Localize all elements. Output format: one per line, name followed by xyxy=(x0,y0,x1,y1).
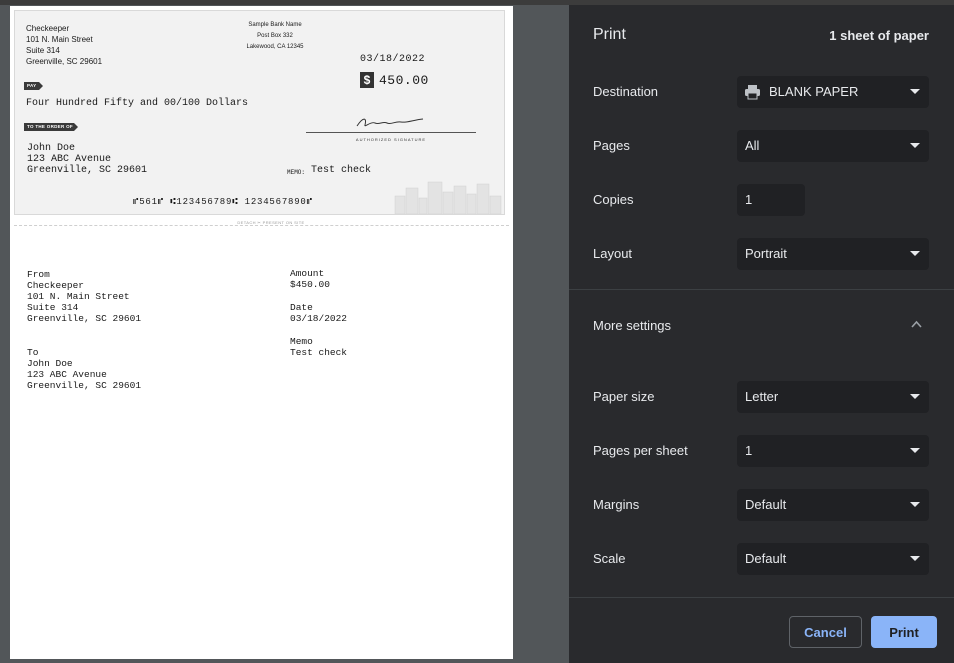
stub-to-label: To xyxy=(27,347,39,358)
stub-from-line: Greenville, SC 29601 xyxy=(27,313,142,324)
margins-value: Default xyxy=(745,497,787,512)
copies-input[interactable]: 1 xyxy=(737,184,805,216)
signature-icon xyxy=(356,118,424,127)
chevron-down-icon xyxy=(910,448,920,453)
check-body: Checkeeper 101 N. Main Street Suite 314 … xyxy=(14,10,505,215)
margins-label: Margins xyxy=(593,497,640,512)
layout-select[interactable]: Portrait xyxy=(737,238,929,270)
stub-from-line: Checkeeper xyxy=(27,280,85,291)
panel-top-strip xyxy=(569,0,954,5)
perforation-label: DETACH ✂ PRESENT ON SITE xyxy=(236,220,306,225)
print-preview-area: Checkeeper 101 N. Main Street Suite 314 … xyxy=(0,0,569,663)
payer-address: Checkeeper 101 N. Main Street Suite 314 … xyxy=(26,23,102,67)
amount-in-words: Four Hundred Fifty and 00/100 Dollars xyxy=(26,98,249,109)
stub-from-block: From Checkeeper 101 N. Main Street Suite… xyxy=(27,269,141,324)
stub-to-block: To John Doe 123 ABC Avenue Greenville, S… xyxy=(27,347,141,391)
stub-memo-block: Memo Test check xyxy=(290,336,347,358)
sheet-count: 1 sheet of paper xyxy=(829,28,929,43)
payer-line: Greenville, SC 29601 xyxy=(26,57,103,66)
stub-memo-label: Memo xyxy=(290,336,313,347)
bank-address: Sample Bank Name Post Box 332 Lakewood, … xyxy=(225,20,325,53)
payee-line: John Doe xyxy=(27,143,76,154)
pages-per-sheet-label: Pages per sheet xyxy=(593,443,688,458)
paper-size-label: Paper size xyxy=(593,389,655,404)
layout-label: Layout xyxy=(593,246,633,261)
destination-label: Destination xyxy=(593,84,659,99)
stub-to-line: John Doe xyxy=(27,358,73,369)
stub-to-line: Greenville, SC 29601 xyxy=(27,380,142,391)
payee-address: John Doe 123 ABC Avenue Greenville, SC 2… xyxy=(27,143,147,176)
signature-line xyxy=(306,132,476,133)
stub-amount-block: Amount $450.00 xyxy=(290,268,330,290)
print-settings-panel: Print 1 sheet of paper Destination BLANK… xyxy=(569,0,954,663)
bank-line: Post Box 332 xyxy=(257,33,293,39)
memo-label: MEMO: xyxy=(287,169,306,176)
stub-amount-value: $450.00 xyxy=(290,279,330,290)
layout-value: Portrait xyxy=(745,246,787,261)
stub-date-block: Date 03/18/2022 xyxy=(290,302,347,324)
payer-line: Suite 314 xyxy=(26,46,60,55)
stub-memo-value: Test check xyxy=(290,347,348,358)
stub-from-label: From xyxy=(27,269,50,280)
scale-value: Default xyxy=(745,551,787,566)
pages-per-sheet-select[interactable]: 1 xyxy=(737,435,929,467)
check-date: 03/18/2022 xyxy=(360,54,426,65)
memo-value: Test check xyxy=(311,165,372,176)
paper-size-value: Letter xyxy=(745,389,779,404)
section-divider xyxy=(569,289,954,290)
more-settings-toggle[interactable]: More settings xyxy=(593,318,671,333)
print-button[interactable]: Print xyxy=(871,616,937,648)
footer-divider xyxy=(569,597,954,598)
bank-line: Lakewood, CA 12345 xyxy=(246,44,304,50)
bank-line: Sample Bank Name xyxy=(248,22,302,28)
destination-value: BLANK PAPER xyxy=(769,84,859,99)
stub-from-line: 101 N. Main Street xyxy=(27,291,130,302)
chevron-down-icon xyxy=(910,556,920,561)
margins-select[interactable]: Default xyxy=(737,489,929,521)
chevron-down-icon xyxy=(910,502,920,507)
stub-amount-label: Amount xyxy=(290,268,325,279)
printer-icon xyxy=(745,85,760,100)
stub-date-label: Date xyxy=(290,302,313,313)
pay-tag: PAY xyxy=(24,82,43,90)
chevron-down-icon xyxy=(910,143,920,148)
paper-size-select[interactable]: Letter xyxy=(737,381,929,413)
chevron-down-icon xyxy=(910,394,920,399)
print-dialog-title: Print xyxy=(593,26,626,43)
cancel-button[interactable]: Cancel xyxy=(789,616,862,648)
pages-per-sheet-value: 1 xyxy=(745,443,753,458)
city-skyline-icon xyxy=(394,181,502,214)
destination-select[interactable]: BLANK PAPER xyxy=(737,76,929,108)
micr-line: ⑈561⑈ ⑆123456789⑆ 1234567890⑈ xyxy=(133,197,313,207)
dollar-sign-icon: $ xyxy=(360,72,374,88)
payer-line: 101 N. Main Street xyxy=(26,35,93,44)
chevron-down-icon xyxy=(910,89,920,94)
stub-to-line: 123 ABC Avenue xyxy=(27,369,107,380)
payee-line: 123 ABC Avenue xyxy=(27,154,112,165)
pages-label: Pages xyxy=(593,138,630,153)
copies-label: Copies xyxy=(593,192,634,207)
signature-label: AUTHORIZED SIGNATURE xyxy=(355,137,427,142)
preview-top-strip xyxy=(0,0,569,5)
scale-select[interactable]: Default xyxy=(737,543,929,575)
payer-line: Checkeeper xyxy=(26,24,70,33)
pages-select[interactable]: All xyxy=(737,130,929,162)
stub-date-value: 03/18/2022 xyxy=(290,313,348,324)
pages-value: All xyxy=(745,138,760,153)
chevron-up-icon[interactable] xyxy=(911,320,922,328)
preview-page: Checkeeper 101 N. Main Street Suite 314 … xyxy=(10,6,513,659)
scale-label: Scale xyxy=(593,551,626,566)
check-amount: 450.00 xyxy=(379,73,429,88)
chevron-down-icon xyxy=(910,251,920,256)
stub-from-line: Suite 314 xyxy=(27,302,79,313)
payee-line: Greenville, SC 29601 xyxy=(27,165,148,176)
order-of-tag: TO THE ORDER OF xyxy=(24,123,78,131)
perforation-line xyxy=(14,225,509,226)
